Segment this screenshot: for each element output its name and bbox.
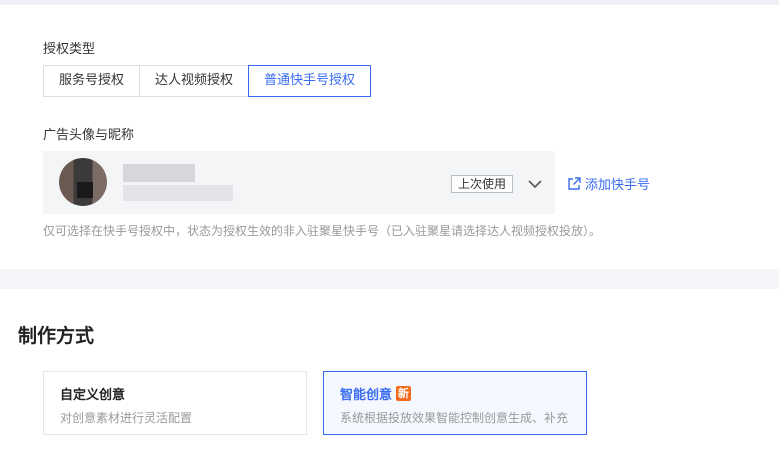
avatar (59, 158, 107, 206)
auth-type-segmented: 服务号授权 达人视频授权 普通快手号授权 (43, 65, 372, 97)
account-id-redacted (123, 185, 233, 201)
mode-custom-title: 自定义创意 (60, 388, 126, 403)
new-badge: 新 (396, 386, 412, 401)
chevron-down-icon[interactable] (526, 175, 544, 193)
mode-smart-desc: 系统根据投放效果智能控制创意生成、补充 (340, 411, 569, 425)
add-kuaishou-label: 添加快手号 (585, 178, 651, 193)
mode-smart-creative[interactable]: 智能创意 新 系统根据投放效果智能控制创意生成、补充 (323, 371, 587, 435)
external-link-icon (568, 176, 581, 190)
account-selector[interactable]: 上次使用 (43, 151, 555, 214)
mode-custom-creative[interactable]: 自定义创意 对创意素材进行灵活配置 (43, 371, 307, 435)
auth-option-service[interactable]: 服务号授权 (43, 65, 141, 97)
mode-smart-title: 智能创意 (340, 388, 393, 403)
auth-option-regular-kuaishou[interactable]: 普通快手号授权 (248, 65, 372, 97)
add-kuaishou-link[interactable]: 添加快手号 (567, 174, 650, 193)
last-used-badge: 上次使用 (451, 175, 514, 193)
auth-type-label: 授权类型 (43, 42, 96, 57)
nickname-redacted (123, 164, 195, 182)
auth-hint-text: 仅可选择在快手号授权中，状态为授权生效的非入驻聚星快手号（已入驻聚星请选择达人视… (43, 224, 602, 238)
auth-option-influencer-video[interactable]: 达人视频授权 (139, 65, 250, 97)
avatar-nickname-label: 广告头像与昵称 (43, 128, 135, 143)
production-title: 制作方式 (18, 325, 95, 347)
mode-custom-desc: 对创意素材进行灵活配置 (60, 411, 193, 425)
